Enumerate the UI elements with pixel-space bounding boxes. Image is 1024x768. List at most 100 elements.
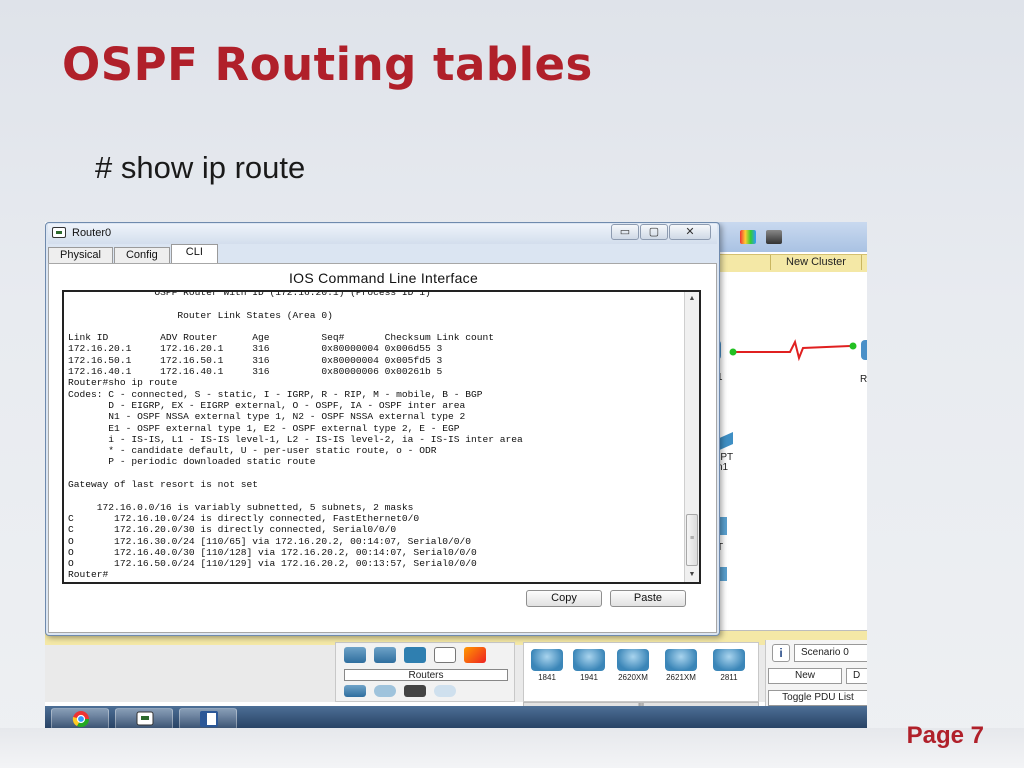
end-device-icon[interactable]: [344, 685, 366, 697]
multiuser-icon[interactable]: [434, 685, 456, 697]
cli-header: IOS Command Line Interface: [288, 270, 479, 286]
toolbar-strip: [715, 222, 867, 252]
packet-tracer-taskbar-button[interactable]: [115, 708, 173, 730]
scenario-panel: i Scenario 0 New D Toggle PDU List: [765, 640, 867, 712]
device-category-panel: Routers: [335, 642, 515, 702]
router-category-icon[interactable]: [344, 647, 366, 663]
palette-icon[interactable]: [740, 230, 756, 244]
terminal-line: Router#sho ip route: [68, 377, 178, 389]
scroll-down-icon[interactable]: ▼: [685, 568, 699, 582]
router-icon: [573, 649, 605, 671]
toolbar-icons: [740, 230, 782, 244]
terminal-line: E1 - OSPF external type 1, E2 - OSPF ext…: [68, 422, 460, 434]
router-node-right: [861, 340, 867, 360]
terminal-text: OSPF Router with ID (172.16.20.1) (Proce…: [68, 290, 523, 581]
link-endpoint-right: [849, 342, 857, 350]
app-icon: [52, 227, 66, 238]
hub-category-icon[interactable]: [404, 647, 426, 663]
maximize-button[interactable]: ▢: [640, 224, 668, 240]
terminal-line: N1 - OSPF NSSA external type 1, N2 - OSP…: [68, 411, 466, 423]
category-icons: [344, 647, 486, 663]
terminal-line: * - candidate default, U - per-user stat…: [68, 445, 437, 457]
tab-cli[interactable]: CLI: [170, 244, 218, 263]
packet-tracer-screenshot: New Cluster 1 -PT n1 T R Routers: [45, 222, 867, 730]
slide-subtitle: # show ip route: [95, 150, 306, 185]
terminal-line: C 172.16.10.0/24 is directly connected, …: [68, 512, 420, 524]
packet-tracer-icon: [136, 711, 154, 726]
custom-device-icon[interactable]: [404, 685, 426, 697]
router-icon: [617, 649, 649, 671]
router-window: Router0 ▭ ▢ ✕ Physical Config CLI IOS Co…: [45, 222, 720, 636]
router-model-2621xm[interactable]: 2621XM: [664, 649, 698, 682]
wireless-category-icon[interactable]: [434, 647, 456, 663]
word-taskbar-button[interactable]: [179, 708, 237, 730]
switch-category-icon[interactable]: [374, 647, 396, 663]
info-icon[interactable]: i: [772, 644, 790, 662]
category-label: Routers: [344, 669, 508, 681]
terminal-line: 172.16.50.1 172.16.50.1 316 0x80000004 0…: [68, 354, 443, 366]
router-model-1841[interactable]: 1841: [530, 649, 564, 682]
new-cluster-button[interactable]: New Cluster: [770, 255, 862, 270]
terminal-line: O 172.16.50.0/24 [110/129] via 172.16.20…: [68, 558, 477, 570]
chrome-icon: [72, 711, 90, 728]
terminal-line: OSPF Router with ID (172.16.20.1) (Proce…: [68, 290, 431, 298]
terminal-scrollbar[interactable]: ▲ ≡ ▼: [684, 292, 699, 582]
minimize-button[interactable]: ▭: [611, 224, 639, 240]
terminal-line: 172.16.0.0/16 is variably subnetted, 5 s…: [68, 501, 414, 513]
slide-title: OSPF Routing tables: [62, 38, 593, 91]
terminal-output[interactable]: OSPF Router with ID (172.16.20.1) (Proce…: [62, 290, 701, 584]
taskbar: [45, 706, 867, 730]
paste-button[interactable]: Paste: [610, 590, 686, 607]
terminal-line: O 172.16.40.0/30 [110/128] via 172.16.20…: [68, 546, 477, 558]
toggle-pdu-list-button[interactable]: Toggle PDU List: [768, 690, 867, 706]
router-model-1941[interactable]: 1941: [572, 649, 606, 682]
topology-links: [715, 339, 867, 581]
cli-panel: IOS Command Line Interface OSPF Router w…: [48, 263, 717, 633]
terminal-line: Router#: [68, 569, 109, 581]
copy-button[interactable]: Copy: [526, 590, 602, 607]
link-endpoint-left: [729, 348, 737, 356]
wan-cloud-icon[interactable]: [374, 685, 396, 697]
router-models-panel: 1841 1941 2620XM 2621XM 2811: [523, 642, 759, 702]
terminal-line: i - IS-IS, L1 - IS-IS level-1, L2 - IS-I…: [68, 433, 523, 445]
window-titlebar[interactable]: Router0 ▭ ▢ ✕: [48, 224, 717, 244]
terminal-line: P - periodic downloaded static route: [68, 456, 316, 468]
delete-scenario-button[interactable]: D: [846, 668, 867, 684]
page-number: Page 7: [906, 722, 984, 749]
router-icon: [531, 649, 563, 671]
word-icon: [200, 711, 218, 727]
scenario-select[interactable]: Scenario 0: [794, 644, 867, 662]
connections-category-icon[interactable]: [464, 647, 486, 663]
terminal-line: C 172.16.20.0/30 is directly connected, …: [68, 524, 397, 536]
terminal-line: Codes: C - connected, S - static, I - IG…: [68, 388, 483, 400]
device-label: R: [860, 374, 867, 385]
chrome-taskbar-button[interactable]: [51, 708, 109, 730]
subcategory-icons: [344, 685, 456, 697]
device-icon[interactable]: [766, 230, 782, 244]
tab-bar: Physical Config CLI: [48, 244, 219, 263]
scroll-up-icon[interactable]: ▲: [685, 292, 699, 306]
terminal-line: Router Link States (Area 0): [68, 309, 333, 321]
terminal-line: Gateway of last resort is not set: [68, 479, 258, 491]
new-scenario-button[interactable]: New: [768, 668, 842, 684]
scroll-thumb[interactable]: ≡: [686, 514, 698, 566]
router-icon: [665, 649, 697, 671]
window-title: Router0: [72, 227, 112, 239]
workspace-canvas[interactable]: 1 -PT n1 T R: [715, 272, 867, 617]
serial-link: [733, 339, 851, 362]
terminal-line: Link ID ADV Router Age Seq# Checksum Lin…: [68, 332, 495, 344]
window-controls: ▭ ▢ ✕: [611, 224, 711, 240]
tab-config[interactable]: Config: [113, 247, 170, 263]
footer-band: [0, 728, 1024, 768]
tab-physical[interactable]: Physical: [48, 247, 113, 263]
router-model-2620xm[interactable]: 2620XM: [616, 649, 650, 682]
router-model-2811[interactable]: 2811: [712, 649, 746, 682]
terminal-line: D - EIGRP, EX - EIGRP external, O - OSPF…: [68, 399, 466, 411]
close-button[interactable]: ✕: [669, 224, 711, 240]
router-icon: [713, 649, 745, 671]
terminal-line: 172.16.20.1 172.16.20.1 316 0x80000004 0…: [68, 343, 443, 355]
